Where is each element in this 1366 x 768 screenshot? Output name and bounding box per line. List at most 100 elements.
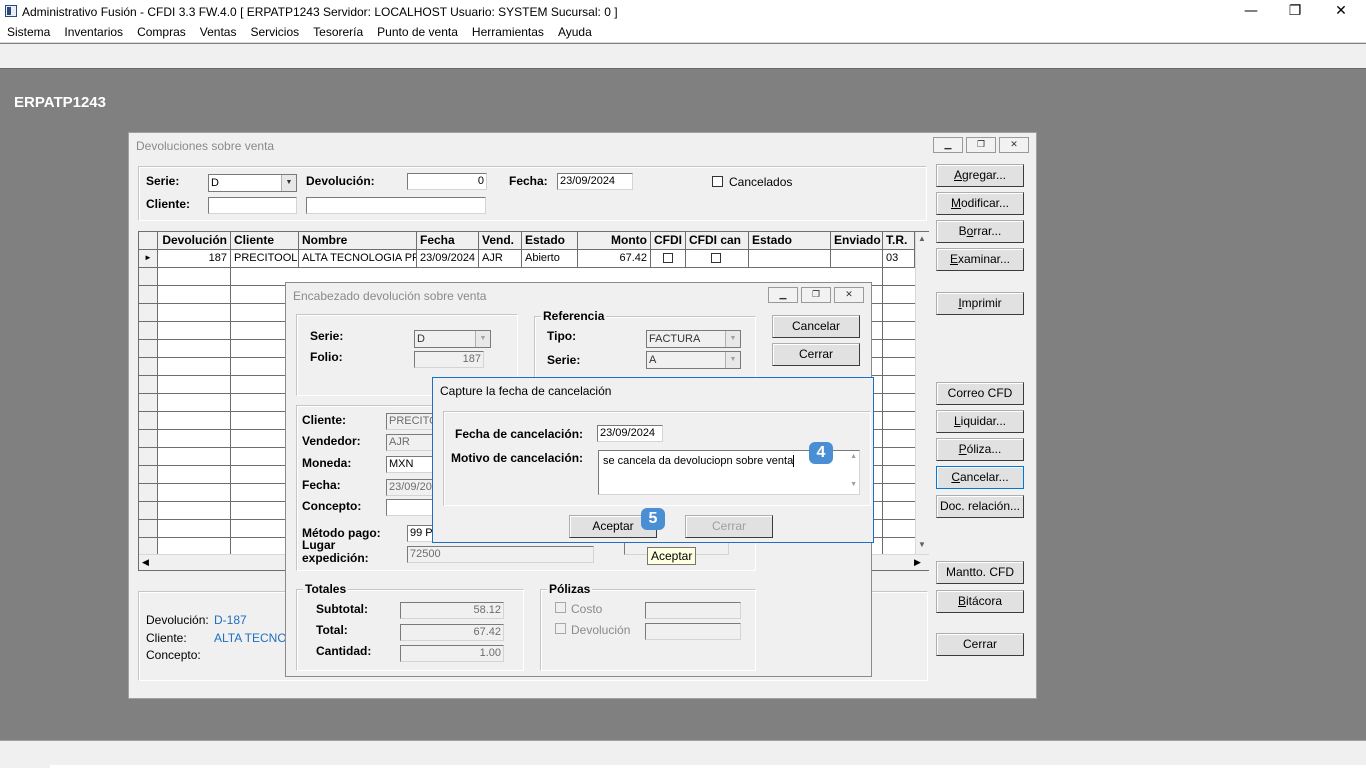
enc-cancelar-button[interactable]: Cancelar (772, 315, 860, 338)
col-devolucion[interactable]: Devolución (158, 232, 231, 250)
fecha-input[interactable]: 23/09/2024 (557, 173, 633, 190)
cell-fecha[interactable]: 23/09/2024 (417, 250, 479, 268)
col-estado[interactable]: Estado (522, 232, 578, 250)
devoluciones-minimize-icon[interactable]: ▁ (933, 137, 963, 153)
app-titlebar: Administrativo Fusión - CFDI 3.3 FW.4.0 … (0, 0, 1366, 23)
costo-checkbox[interactable] (555, 602, 566, 613)
textarea-scroll-up-icon[interactable]: ▲ (850, 453, 857, 460)
subtotal-input[interactable]: 58.12 (400, 602, 504, 619)
lugar-expedicion-input[interactable]: 72500 (407, 546, 594, 563)
cancelados-checkbox[interactable] (712, 176, 723, 187)
examinar-button[interactable]: Examinar... (936, 248, 1024, 271)
liquidar-button[interactable]: Liquidar... (936, 410, 1024, 433)
costo-input[interactable] (645, 602, 741, 619)
ref-serie-select[interactable]: A ▼ (646, 351, 741, 369)
menu-inventarios[interactable]: Inventarios (57, 23, 130, 39)
scroll-down-icon[interactable]: ▼ (918, 540, 926, 549)
col-cliente[interactable]: Cliente (231, 232, 299, 250)
col-estado-2[interactable]: Estado (749, 232, 831, 250)
tipo-select[interactable]: FACTURA ▼ (646, 330, 741, 348)
doc-relacion-button[interactable]: Doc. relación... (936, 495, 1024, 518)
menu-sistema[interactable]: Sistema (0, 23, 57, 39)
costo-label: Costo (571, 602, 603, 616)
encabezado-minimize-icon[interactable]: ▁ (768, 287, 798, 303)
cell-devolucion[interactable]: 187 (158, 250, 231, 268)
serie-select[interactable]: D ▼ (208, 174, 297, 192)
cantidad-input[interactable]: 1.00 (400, 645, 504, 662)
poliza-button[interactable]: Póliza... (936, 438, 1024, 461)
cell-estado-2[interactable] (749, 250, 831, 268)
menu-compras[interactable]: Compras (130, 23, 193, 39)
cerrar-button[interactable]: Cerrar (936, 633, 1024, 656)
folio-input[interactable]: 187 (414, 351, 484, 368)
mnemonic-letter: A (953, 168, 962, 182)
cliente-name-input[interactable] (306, 197, 486, 214)
step-badge-5: 5 (641, 508, 665, 530)
enc-cliente-label: Cliente: (302, 413, 347, 427)
scroll-left-icon[interactable]: ◀ (142, 557, 149, 568)
col-cfdi-can[interactable]: CFDI can (686, 232, 749, 250)
modificar-button[interactable]: Modificar... (936, 192, 1024, 215)
mnemonic-letter: o (966, 224, 974, 238)
textarea-scroll-down-icon[interactable]: ▼ (850, 481, 857, 488)
menu-tesoreria[interactable]: Tesorería (306, 23, 370, 39)
devolucion-poliza-input[interactable] (645, 623, 741, 640)
devoluciones-close-icon[interactable]: ✕ (999, 137, 1029, 153)
menu-ayuda[interactable]: Ayuda (551, 23, 599, 39)
fecha-cancelacion-input[interactable]: 23/09/2024 (597, 425, 663, 442)
encabezado-close-icon[interactable]: ✕ (834, 287, 864, 303)
tipo-value: FACTURA (649, 333, 701, 345)
cerrar-dialog-button[interactable]: Cerrar (685, 515, 773, 538)
scroll-right-icon[interactable]: ▶ (914, 557, 921, 568)
col-enviado[interactable]: Enviado (831, 232, 883, 250)
col-tr[interactable]: T.R. (883, 232, 915, 250)
cell-nombre[interactable]: ALTA TECNOLOGIA PRI (299, 250, 417, 268)
devolucion-input[interactable]: 0 (407, 173, 487, 190)
serie-value: D (211, 177, 219, 189)
enc-cerrar-button[interactable]: Cerrar (772, 343, 860, 366)
enc-serie-select[interactable]: D ▼ (414, 330, 491, 348)
cell-tr[interactable]: 03 (883, 250, 915, 268)
menu-herramientas[interactable]: Herramientas (465, 23, 551, 39)
cancelar-button[interactable]: Cancelar... (936, 466, 1024, 489)
mnemonic-letter: P (958, 442, 967, 456)
cliente-code-input[interactable] (208, 197, 297, 214)
col-cfdi[interactable]: CFDI (651, 232, 686, 250)
encabezado-restore-icon[interactable]: ❐ (801, 287, 831, 303)
cell-monto[interactable]: 67.42 (578, 250, 651, 268)
cell-cliente[interactable]: PRECITOOL: (231, 250, 299, 268)
devolucion-poliza-checkbox[interactable] (555, 623, 566, 634)
bitacora-button[interactable]: Bitácora (936, 590, 1024, 613)
col-nombre[interactable]: Nombre (299, 232, 417, 250)
grid-line (882, 268, 883, 554)
col-monto[interactable]: Monto (578, 232, 651, 250)
cell-cfdi[interactable] (651, 250, 686, 268)
menu-punto-de-venta[interactable]: Punto de venta (370, 23, 465, 39)
devoluciones-restore-icon[interactable]: ❐ (966, 137, 996, 153)
correo-cfd-button[interactable]: Correo CFD (936, 382, 1024, 405)
chevron-down-icon: ▼ (725, 352, 740, 368)
tipo-label: Tipo: (547, 329, 577, 343)
col-fecha[interactable]: Fecha (417, 232, 479, 250)
cell-estado[interactable]: Abierto (522, 250, 578, 268)
cfdi-can-checkbox[interactable] (711, 253, 721, 263)
cfdi-checkbox[interactable] (663, 253, 673, 263)
minimize-icon[interactable]: — (1228, 0, 1274, 23)
close-icon[interactable]: ✕ (1318, 0, 1364, 23)
borrar-button[interactable]: Borrar... (936, 220, 1024, 243)
total-input[interactable]: 67.42 (400, 624, 504, 641)
info-cliente-label: Cliente: (146, 631, 187, 645)
cell-vend[interactable]: AJR (479, 250, 522, 268)
restore-icon[interactable]: ❐ (1272, 0, 1318, 23)
col-vend[interactable]: Vend. (479, 232, 522, 250)
agregar-button[interactable]: Agregar... (936, 164, 1024, 187)
mantto-cfd-button[interactable]: Mantto. CFD (936, 561, 1024, 584)
cell-cfdi-can[interactable] (686, 250, 749, 268)
menu-ventas[interactable]: Ventas (193, 23, 244, 39)
grid-vertical-scrollbar[interactable]: ▲ ▼ (915, 232, 929, 554)
imprimir-button[interactable]: Imprimir (936, 292, 1024, 315)
cell-enviado[interactable] (831, 250, 883, 268)
mnemonic-letter: I (958, 296, 962, 310)
menu-servicios[interactable]: Servicios (243, 23, 306, 39)
scroll-up-icon[interactable]: ▲ (918, 234, 926, 243)
